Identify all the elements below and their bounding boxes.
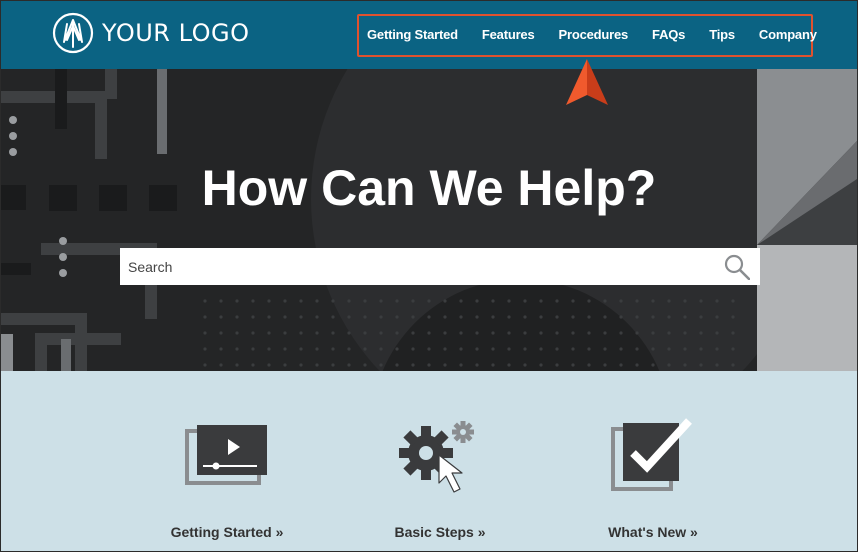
hero-background-pattern (1, 69, 857, 371)
main-nav: Getting Started Features Procedures FAQs… (367, 27, 817, 42)
arrow-pointer-icon (566, 59, 608, 105)
logo-text: YOUR LOGO (102, 19, 250, 47)
tile-whats-new[interactable]: What's New » (553, 371, 753, 551)
gear-cursor-icon (399, 421, 474, 493)
tile-label[interactable]: Getting Started » (127, 524, 327, 540)
hero-banner: How Can We Help? (1, 69, 857, 371)
tile-getting-started[interactable]: Getting Started » (127, 371, 327, 551)
tile-label[interactable]: What's New » (553, 524, 753, 540)
search-input[interactable] (120, 248, 760, 285)
tile-basic-steps[interactable]: Basic Steps » (340, 371, 540, 551)
logo[interactable]: YOUR LOGO (52, 12, 250, 54)
topic-tiles: Getting Started » Basic Steps » What's N… (1, 371, 857, 551)
tree-logo-icon (52, 12, 94, 54)
tile-label[interactable]: Basic Steps » (340, 524, 540, 540)
search-icon[interactable] (724, 254, 750, 280)
nav-tips[interactable]: Tips (709, 27, 735, 42)
page-frame: YOUR LOGO Getting Started Features Proce… (0, 0, 858, 552)
nav-faqs[interactable]: FAQs (652, 27, 685, 42)
nav-company[interactable]: Company (759, 27, 817, 42)
site-header: YOUR LOGO Getting Started Features Proce… (1, 1, 857, 69)
nav-features[interactable]: Features (482, 27, 535, 42)
nav-procedures[interactable]: Procedures (559, 27, 629, 42)
nav-getting-started[interactable]: Getting Started (367, 27, 458, 42)
checkbox-icon (611, 418, 692, 491)
video-player-icon (185, 425, 267, 485)
hero-title: How Can We Help? (201, 160, 657, 216)
